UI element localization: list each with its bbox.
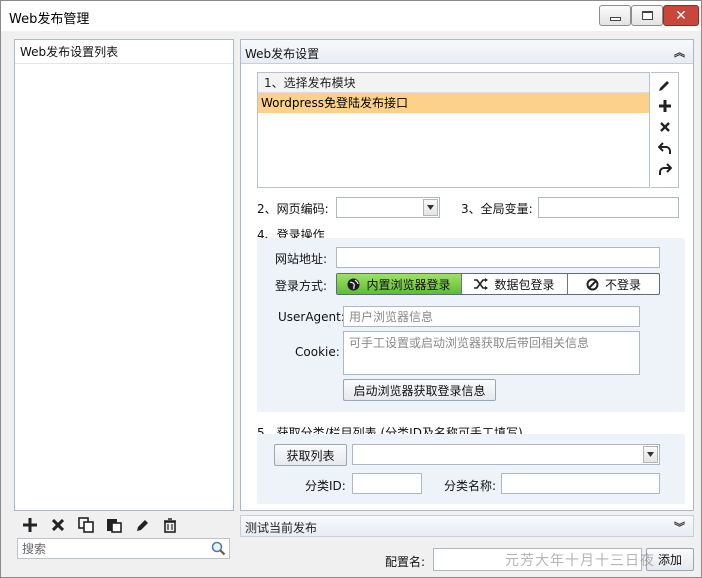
- publish-settings-panel: Web发布设置 ︽ 1、选择发布模块 Wordpress免登陆发布接口 2、网页…: [240, 39, 694, 511]
- module-list[interactable]: 1、选择发布模块 Wordpress免登陆发布接口: [257, 72, 650, 188]
- encoding-select[interactable]: [336, 197, 440, 218]
- expand-icon[interactable]: ︾: [674, 519, 685, 535]
- category-input[interactable]: [353, 445, 659, 464]
- test-publish-header[interactable]: 测试当前发布 ︾: [240, 515, 694, 537]
- add-icon[interactable]: [18, 514, 42, 536]
- list-header: Web发布设置列表: [15, 40, 233, 64]
- dropdown-arrow-icon[interactable]: [423, 199, 438, 216]
- launch-browser-button[interactable]: 启动浏览器获取登录信息: [343, 379, 496, 401]
- global-var-field[interactable]: [538, 197, 679, 218]
- settings-title: Web发布设置: [245, 47, 320, 61]
- encoding-label: 2、网页编码:: [257, 202, 329, 216]
- settings-header[interactable]: Web发布设置 ︽: [241, 40, 693, 64]
- collapse-icon[interactable]: ︽: [674, 44, 685, 60]
- undo-icon[interactable]: [654, 139, 676, 157]
- plus-icon[interactable]: [654, 97, 676, 115]
- minimize-icon: [609, 16, 621, 21]
- maximize-icon: [641, 11, 653, 20]
- useragent-label: UserAgent:: [278, 310, 345, 324]
- no-login-label: 不登录: [604, 277, 641, 292]
- category-name-field[interactable]: [501, 473, 660, 494]
- search-icon[interactable]: [211, 541, 226, 559]
- builtin-browser-login-button[interactable]: 内置浏览器登录: [337, 274, 462, 294]
- config-name-label: 配置名:: [385, 555, 426, 569]
- site-url-field[interactable]: [336, 247, 660, 268]
- trash-icon[interactable]: [158, 514, 182, 536]
- cookie-placeholder: 可手工设置或启动浏览器获取后带回相关信息: [349, 336, 590, 350]
- useragent-field[interactable]: [343, 306, 640, 327]
- category-id-input[interactable]: [353, 474, 421, 493]
- edit-icon[interactable]: [130, 514, 154, 536]
- shuffle-icon: [474, 278, 489, 290]
- globe-icon: [347, 278, 360, 290]
- copy-icon[interactable]: [74, 514, 98, 536]
- useragent-input[interactable]: [344, 307, 639, 326]
- close-icon: ✕: [675, 7, 687, 24]
- ban-icon: [586, 278, 599, 290]
- test-publish-title: 测试当前发布: [245, 521, 318, 535]
- maximize-button[interactable]: [631, 5, 663, 26]
- category-id-label: 分类ID:: [305, 479, 346, 493]
- dropdown-arrow-icon[interactable]: [643, 446, 658, 463]
- paste-icon[interactable]: [102, 514, 126, 536]
- title-bar[interactable]: Web发布管理 ✕: [1, 1, 701, 31]
- login-method-toggle: 内置浏览器登录 数据包登录 不登录: [336, 273, 660, 295]
- list-toolbar: [14, 513, 234, 537]
- builtin-browser-login-label: 内置浏览器登录: [366, 277, 451, 292]
- packet-login-label: 数据包登录: [494, 277, 555, 292]
- global-var-label: 3、全局变量:: [461, 202, 533, 216]
- publish-settings-list[interactable]: Web发布设置列表: [14, 39, 234, 511]
- watermark-text: 元芳大年十月十三日夜: [505, 553, 655, 569]
- module-list-header: 1、选择发布模块: [258, 73, 649, 93]
- module-toolbar: [651, 72, 679, 188]
- remove-icon[interactable]: [654, 118, 676, 136]
- site-label: 网站地址:: [275, 252, 328, 266]
- minimize-button[interactable]: [599, 5, 631, 26]
- redo-icon[interactable]: [654, 160, 676, 178]
- cookie-textarea[interactable]: 可手工设置或启动浏览器获取后带回相关信息: [343, 331, 640, 375]
- category-name-label: 分类名称:: [444, 479, 497, 493]
- pencil-icon[interactable]: [654, 76, 676, 94]
- cookie-label: Cookie:: [295, 345, 340, 359]
- category-select[interactable]: [352, 444, 660, 465]
- category-name-input[interactable]: [502, 474, 659, 493]
- search-input[interactable]: [18, 539, 208, 558]
- category-id-field[interactable]: [352, 473, 422, 494]
- web-publish-window: Web发布管理 ✕ Web发布设置列表 搜索 Web发布设置 ︽ 1、选择发布模…: [0, 0, 702, 578]
- login-method-label: 登录方式:: [275, 279, 328, 293]
- close-button[interactable]: ✕: [663, 5, 699, 26]
- site-url-input[interactable]: [337, 248, 659, 267]
- module-item-selected[interactable]: Wordpress免登陆发布接口: [258, 93, 649, 113]
- list-search[interactable]: [17, 538, 230, 559]
- global-var-input[interactable]: [539, 198, 678, 217]
- no-login-button[interactable]: 不登录: [568, 274, 659, 294]
- packet-login-button[interactable]: 数据包登录: [462, 274, 568, 294]
- fetch-list-button[interactable]: 获取列表: [274, 444, 347, 466]
- delete-icon[interactable]: [46, 514, 70, 536]
- window-title: Web发布管理: [9, 12, 90, 27]
